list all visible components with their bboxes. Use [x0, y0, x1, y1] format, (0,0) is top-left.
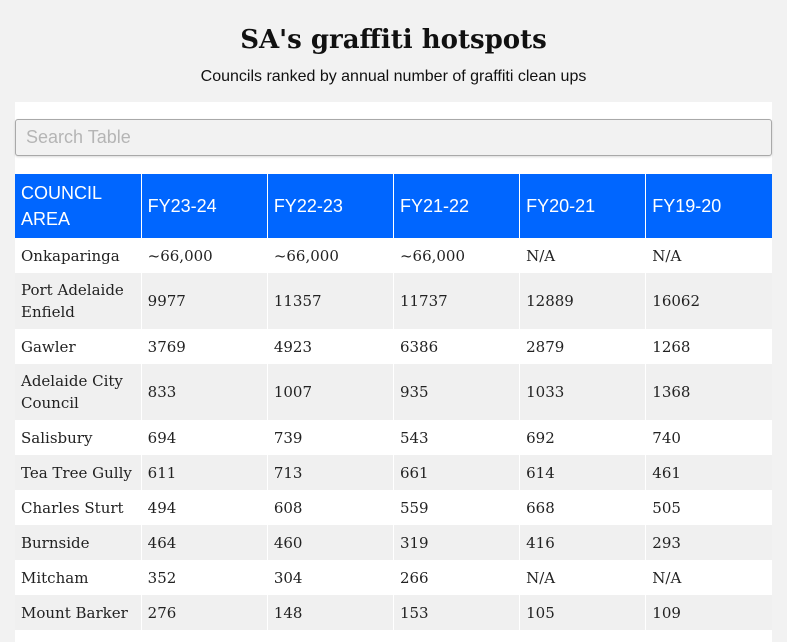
cell-value: N/A	[645, 238, 772, 273]
data-table: COUNCIL AREA FY23-24 FY22-23 FY21-22 FY2…	[15, 174, 772, 630]
cell-value: 12889	[519, 273, 647, 329]
table-row: Port Adelaide Enfield 9977 11357 11737 1…	[15, 273, 772, 329]
cell-value: 319	[393, 525, 521, 560]
cell-value: 293	[645, 525, 772, 560]
cell-council: Mount Barker	[15, 595, 142, 630]
cell-value: 1033	[519, 364, 647, 420]
cell-value: 1368	[645, 364, 772, 420]
page-title: SA's graffiti hotspots	[240, 25, 547, 55]
cell-council: Burnside	[15, 525, 142, 560]
cell-value: 11357	[267, 273, 394, 329]
cell-value: 109	[645, 595, 772, 630]
cell-value: N/A	[645, 560, 772, 595]
column-header-fy19-20[interactable]: FY19-20	[645, 174, 772, 238]
table-header-row: COUNCIL AREA FY23-24 FY22-23 FY21-22 FY2…	[15, 174, 772, 238]
cell-value: 416	[519, 525, 647, 560]
cell-value: 692	[519, 420, 647, 455]
table-row: Tea Tree Gully 611 713 661 614 461	[15, 455, 772, 490]
cell-value: 6386	[393, 329, 521, 364]
cell-council: Gawler	[15, 329, 142, 364]
cell-value: 2879	[519, 329, 647, 364]
cell-value: 713	[267, 455, 394, 490]
cell-value: 460	[267, 525, 394, 560]
table-row: Mitcham 352 304 266 N/A N/A	[15, 560, 772, 595]
cell-value: 153	[393, 595, 521, 630]
cell-value: 833	[141, 364, 268, 420]
column-header-fy21-22[interactable]: FY21-22	[393, 174, 521, 238]
cell-value: 352	[141, 560, 268, 595]
table-row: Burnside 464 460 319 416 293	[15, 525, 772, 560]
column-header-fy20-21[interactable]: FY20-21	[519, 174, 647, 238]
cell-value: 461	[645, 455, 772, 490]
cell-council: Port Adelaide Enfield	[15, 273, 142, 329]
cell-council: Onkaparinga	[15, 238, 142, 273]
cell-value: 505	[645, 490, 772, 525]
cell-value: N/A	[519, 560, 647, 595]
cell-council: Mitcham	[15, 560, 142, 595]
cell-value: 11737	[393, 273, 521, 329]
cell-value: 105	[519, 595, 647, 630]
cell-value: 148	[267, 595, 394, 630]
cell-value: 9977	[141, 273, 268, 329]
cell-value: 661	[393, 455, 521, 490]
cell-council: Charles Sturt	[15, 490, 142, 525]
cell-value: 608	[267, 490, 394, 525]
cell-value: 276	[141, 595, 268, 630]
table-row: Charles Sturt 494 608 559 668 505	[15, 490, 772, 525]
cell-value: 611	[141, 455, 268, 490]
cell-value: 464	[141, 525, 268, 560]
cell-value: 614	[519, 455, 647, 490]
cell-value: 559	[393, 490, 521, 525]
table-row: Mount Barker 276 148 153 105 109	[15, 595, 772, 630]
cell-value: 304	[267, 560, 394, 595]
table-row: Onkaparinga ~66,000 ~66,000 ~66,000 N/A …	[15, 238, 772, 273]
cell-value: 1268	[645, 329, 772, 364]
cell-value: 740	[645, 420, 772, 455]
cell-value: ~66,000	[393, 238, 521, 273]
cell-value: 16062	[645, 273, 772, 329]
cell-value: 1007	[267, 364, 394, 420]
cell-value: 739	[267, 420, 394, 455]
cell-value: N/A	[519, 238, 647, 273]
cell-value: 3769	[141, 329, 268, 364]
page-subtitle: Councils ranked by annual number of graf…	[200, 68, 587, 85]
cell-value: ~66,000	[267, 238, 394, 273]
cell-council: Tea Tree Gully	[15, 455, 142, 490]
table-row: Adelaide City Council 833 1007 935 1033 …	[15, 364, 772, 420]
cell-value: 543	[393, 420, 521, 455]
cell-value: 668	[519, 490, 647, 525]
column-header-council-area[interactable]: COUNCIL AREA	[15, 174, 142, 238]
cell-value: ~66,000	[141, 238, 268, 273]
cell-value: 494	[141, 490, 268, 525]
cell-value: 4923	[267, 329, 394, 364]
cell-value: 935	[393, 364, 521, 420]
cell-value: 266	[393, 560, 521, 595]
table-row: Gawler 3769 4923 6386 2879 1268	[15, 329, 772, 364]
cell-council: Adelaide City Council	[15, 364, 142, 420]
cell-council: Salisbury	[15, 420, 142, 455]
column-header-fy22-23[interactable]: FY22-23	[267, 174, 394, 238]
cell-value: 694	[141, 420, 268, 455]
table-row: Salisbury 694 739 543 692 740	[15, 420, 772, 455]
search-input[interactable]	[15, 119, 772, 156]
column-header-fy23-24[interactable]: FY23-24	[141, 174, 268, 238]
